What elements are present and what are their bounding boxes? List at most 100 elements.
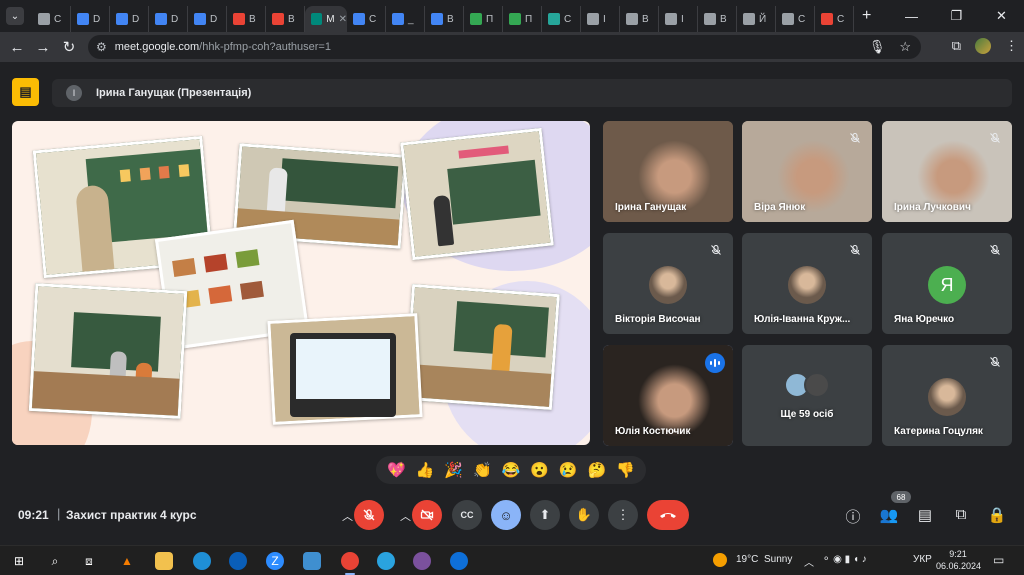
tab-title: M — [326, 13, 335, 25]
host-controls-icon[interactable]: 🔒 — [987, 506, 1007, 524]
participant-tile[interactable]: Ірина Лучкович — [882, 121, 1012, 222]
tray-chevron-icon[interactable]: ︿ — [804, 554, 814, 569]
video-options-chevron-icon[interactable]: ︿ — [400, 508, 411, 524]
browser-tab[interactable]: C — [815, 6, 854, 32]
chat-icon[interactable]: ▤ — [915, 506, 935, 524]
reaction-emoji-button[interactable]: 😂 — [502, 461, 521, 479]
windows-start-icon[interactable]: ⊞ — [10, 552, 28, 570]
browser-tab[interactable]: _ — [386, 6, 425, 32]
webex-meetings-icon[interactable] — [450, 552, 468, 570]
search-icon[interactable]: ⌕ — [46, 552, 64, 570]
back-button[interactable]: ← — [4, 39, 30, 56]
reaction-emoji-button[interactable]: 😢 — [559, 461, 578, 479]
browser-tab[interactable]: П — [464, 6, 503, 32]
vlc-icon[interactable]: ▲ — [118, 552, 136, 570]
browser-tab[interactable]: Й — [737, 6, 776, 32]
participant-tile[interactable]: Юлія Костючик — [603, 345, 733, 446]
browser-tab[interactable]: C — [347, 6, 386, 32]
people-icon[interactable]: 👥 — [879, 506, 899, 524]
participant-tile[interactable]: Ще 59 осіб — [742, 345, 872, 446]
emoji-reactions-button[interactable]: ☺ — [491, 500, 521, 530]
browser-tab[interactable]: C — [776, 6, 815, 32]
participant-tile[interactable]: Вікторія Височан — [603, 233, 733, 334]
browser-tab[interactable]: I — [659, 6, 698, 32]
browser-tab[interactable]: B — [227, 6, 266, 32]
participant-tile[interactable]: Юлія-Іванна Круж... — [742, 233, 872, 334]
activities-icon[interactable]: ⧉ — [951, 506, 971, 523]
captions-button[interactable]: CC — [452, 500, 482, 530]
profile-avatar[interactable] — [975, 38, 991, 54]
tab-search-button[interactable]: ⌄ — [6, 7, 24, 25]
extensions-icon[interactable]: ⧉ — [952, 38, 961, 54]
reload-button[interactable]: ↻ — [56, 38, 82, 56]
notifications-icon[interactable]: ▭ — [993, 553, 1004, 567]
new-tab-button[interactable]: + — [862, 7, 871, 25]
site-info-icon[interactable]: ⚙ — [96, 40, 107, 54]
tab-favicon-icon — [665, 13, 677, 25]
edge-icon[interactable] — [193, 552, 211, 570]
browser-tab[interactable]: I — [581, 6, 620, 32]
browser-tab[interactable]: D — [110, 6, 149, 32]
browser-tab[interactable]: B — [425, 6, 464, 32]
stop-presenting-icon[interactable]: ▤ — [12, 78, 39, 106]
tab-favicon-icon — [587, 13, 599, 25]
more-participants-avatars — [784, 372, 832, 398]
participant-tile[interactable]: Віра Янюк — [742, 121, 872, 222]
close-window-button[interactable]: ✕ — [979, 0, 1024, 32]
microphone-toggle-button[interactable] — [354, 500, 384, 530]
reaction-emoji-button[interactable]: 💖 — [387, 461, 406, 479]
reaction-emoji-button[interactable]: 🤔 — [588, 461, 607, 479]
browser-tab[interactable]: B — [266, 6, 305, 32]
meeting-details-icon[interactable]: ⓘ — [843, 506, 863, 527]
browser-tab[interactable]: П — [503, 6, 542, 32]
muted-mic-icon — [709, 243, 723, 257]
reaction-emoji-button[interactable]: 🎉 — [444, 461, 463, 479]
tab-favicon-icon — [272, 13, 284, 25]
browser-menu-icon[interactable]: ⋮ — [1005, 38, 1018, 54]
bookmark-star-icon[interactable]: ☆ — [899, 39, 911, 55]
browser-tab[interactable]: D — [149, 6, 188, 32]
browser-tab[interactable]: C — [32, 6, 71, 32]
telegram-icon[interactable] — [377, 552, 395, 570]
browser-tab[interactable]: B — [698, 6, 737, 32]
minimize-button[interactable]: — — [889, 0, 934, 32]
leave-call-button[interactable] — [647, 500, 689, 530]
reaction-emoji-button[interactable]: 👎 — [616, 461, 635, 479]
participant-tile[interactable]: Ірина Ганущак — [603, 121, 733, 222]
webex-icon[interactable] — [229, 552, 247, 570]
taskbar-clock[interactable]: 9:21 06.06.2024 — [936, 548, 981, 572]
tab-title: B — [249, 13, 256, 25]
raise-hand-button[interactable]: ✋ — [569, 500, 599, 530]
participant-avatar — [804, 372, 830, 398]
viber-icon[interactable] — [413, 552, 431, 570]
task-view-icon[interactable]: ⧈ — [80, 552, 98, 570]
reaction-emoji-button[interactable]: 😮 — [530, 461, 549, 479]
browser-tab[interactable]: M ✕ — [305, 6, 347, 32]
file-explorer-icon[interactable] — [155, 552, 173, 570]
app-icon[interactable] — [303, 552, 321, 570]
microphone-icon[interactable]: 🎙 — [869, 39, 886, 55]
browser-tab[interactable]: D — [188, 6, 227, 32]
address-bar[interactable]: ⚙ meet.google.com/hhk-pfmp-coh?authuser=… — [88, 35, 921, 59]
input-language[interactable]: УКР — [913, 554, 932, 565]
zoom-icon[interactable]: Z — [266, 552, 284, 570]
reaction-emoji-button[interactable]: 👏 — [473, 461, 492, 479]
window-controls: — ❐ ✕ — [889, 0, 1024, 32]
more-options-button[interactable]: ⋮ — [608, 500, 638, 530]
close-tab-icon[interactable]: ✕ — [339, 14, 347, 25]
reaction-emoji-button[interactable]: 👍 — [416, 461, 435, 479]
participant-tile[interactable]: Я Яна Юречко — [882, 233, 1012, 334]
browser-tab[interactable]: D — [71, 6, 110, 32]
forward-button[interactable]: → — [30, 39, 56, 56]
browser-tab[interactable]: C — [542, 6, 581, 32]
browser-tab[interactable]: B — [620, 6, 659, 32]
classroom-photo — [28, 283, 188, 419]
chrome-icon[interactable] — [341, 552, 359, 570]
tray-icons[interactable]: ⚬ ◉ ▮ ◖ ♪ — [822, 554, 867, 565]
participant-tile[interactable]: Катерина Гоцуляк — [882, 345, 1012, 446]
present-screen-button[interactable]: ⬆ — [530, 500, 560, 530]
camera-toggle-button[interactable] — [412, 500, 442, 530]
restore-button[interactable]: ❐ — [934, 0, 979, 32]
audio-options-chevron-icon[interactable]: ︿ — [342, 508, 353, 524]
participant-avatar: Я — [928, 266, 966, 304]
